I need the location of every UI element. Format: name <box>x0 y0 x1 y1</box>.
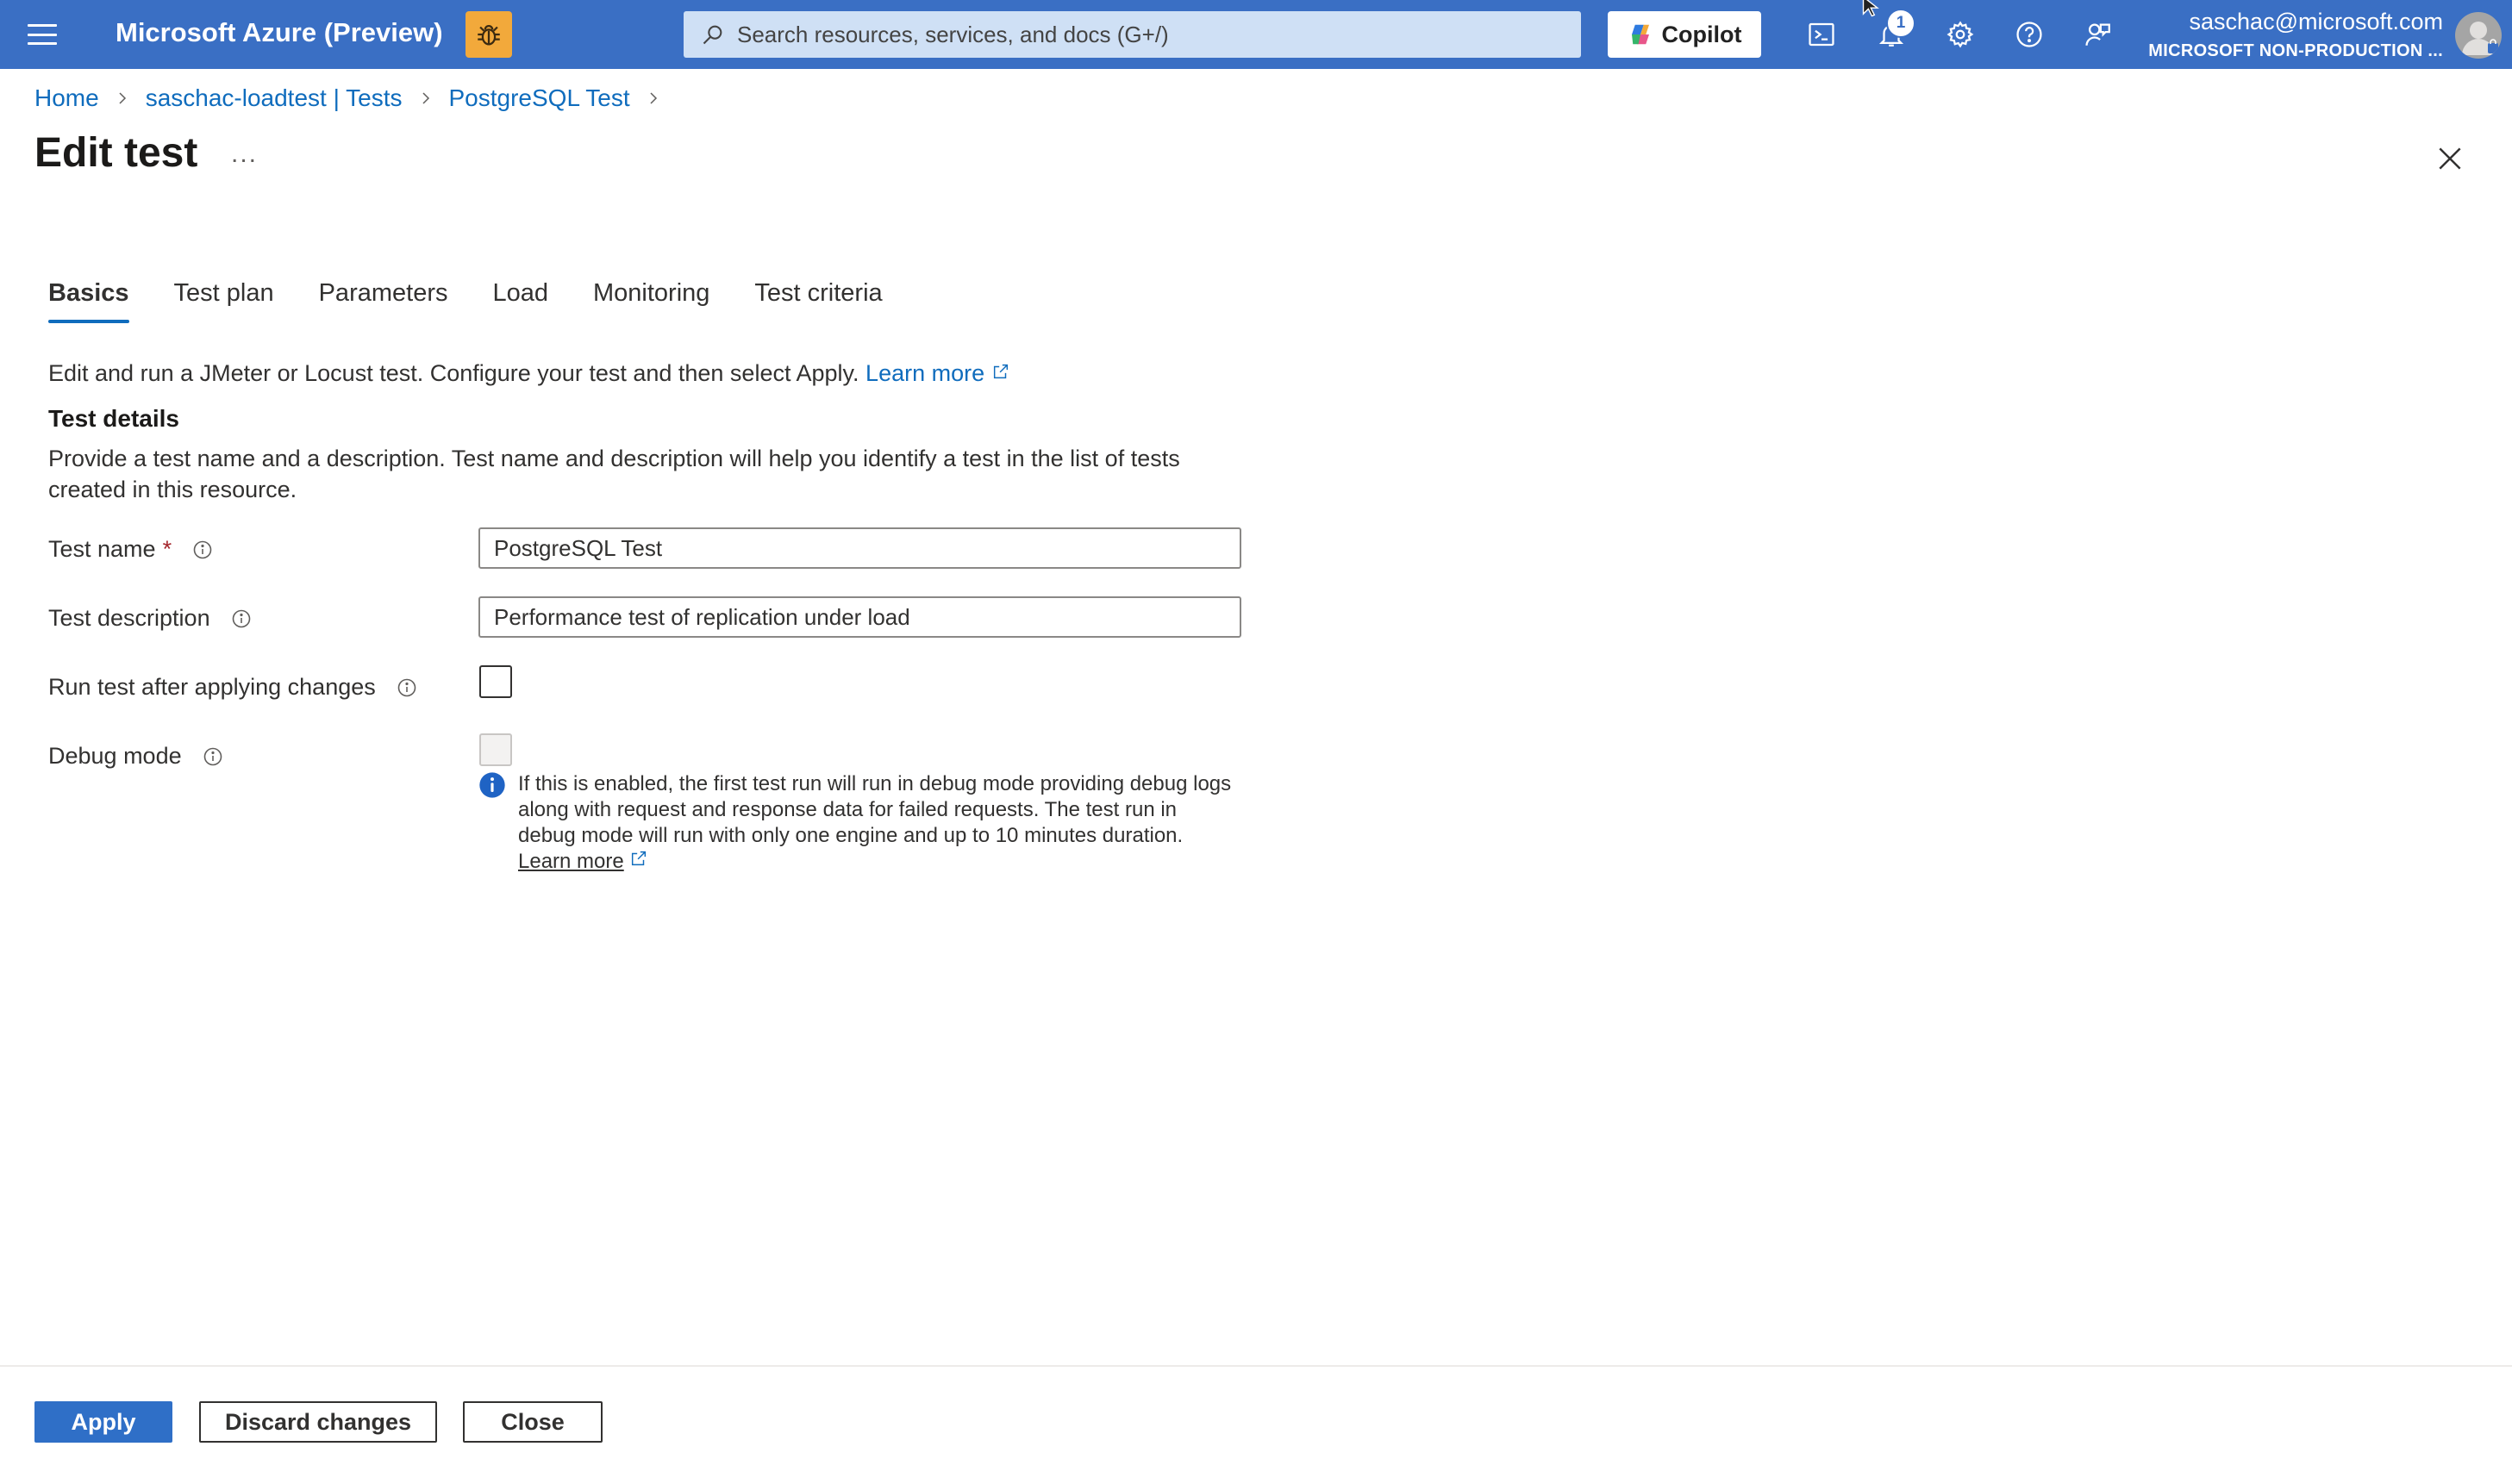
test-description-label: Test description <box>48 605 252 632</box>
run-after-label: Run test after applying changes <box>48 674 417 701</box>
test-name-label-text: Test name <box>48 536 156 562</box>
app-title[interactable]: Microsoft Azure (Preview) <box>116 17 443 48</box>
cloud-shell-icon[interactable] <box>1801 14 1842 55</box>
external-link-icon <box>632 851 647 866</box>
breadcrumb: Home saschac-loadtest | Tests PostgreSQL… <box>34 84 677 112</box>
search-icon <box>703 25 722 45</box>
debug-mode-label: Debug mode <box>48 743 223 770</box>
run-after-checkbox[interactable] <box>479 665 512 698</box>
chevron-right-icon <box>418 90 434 106</box>
search-input[interactable] <box>735 20 1549 49</box>
test-name-label: Test name * <box>48 536 213 563</box>
learn-more-label: Learn more <box>865 360 985 386</box>
hamburger-menu-icon[interactable] <box>28 21 57 48</box>
more-options-button[interactable]: ... <box>231 140 258 169</box>
copilot-label: Copilot <box>1661 21 1742 47</box>
debug-info-body: If this is enabled, the first test run w… <box>518 772 1232 847</box>
info-icon[interactable] <box>397 677 417 698</box>
tab-monitoring[interactable]: Monitoring <box>593 279 709 323</box>
feedback-icon[interactable] <box>2078 14 2119 55</box>
learn-more-link[interactable]: Learn more <box>865 360 1010 386</box>
debug-mode-checkbox[interactable] <box>479 733 512 766</box>
question-icon[interactable] <box>2009 14 2050 55</box>
info-icon[interactable] <box>231 608 252 629</box>
footer-bar: Apply Discard changes Close <box>0 1365 2512 1484</box>
notification-badge: 1 <box>1886 9 1915 38</box>
test-description-label-text: Test description <box>48 605 210 631</box>
test-description-input[interactable] <box>478 596 1241 638</box>
mouse-cursor-icon <box>1862 0 1879 17</box>
chevron-right-icon <box>115 90 130 106</box>
tab-test-criteria[interactable]: Test criteria <box>754 279 882 323</box>
debug-learn-more-link[interactable]: Learn more <box>518 850 624 873</box>
user-email[interactable]: saschac@microsoft.com <box>2190 9 2443 35</box>
required-mark: * <box>162 536 172 562</box>
apply-button[interactable]: Apply <box>34 1401 172 1443</box>
tab-load[interactable]: Load <box>492 279 548 323</box>
copilot-button[interactable]: Copilot <box>1608 11 1761 58</box>
top-bar: Microsoft Azure (Preview) Copilot <box>0 0 2512 69</box>
close-icon[interactable] <box>2433 141 2467 176</box>
breadcrumb-tests[interactable]: saschac-loadtest | Tests <box>146 84 403 112</box>
debug-info-text: If this is enabled, the first test run w… <box>518 771 1237 875</box>
test-name-input[interactable] <box>478 527 1241 569</box>
debug-info-note: If this is enabled, the first test run w… <box>478 771 1237 875</box>
page-title: Edit test <box>34 130 198 176</box>
search-box[interactable] <box>684 11 1581 58</box>
debug-mode-label-text: Debug mode <box>48 743 182 769</box>
external-link-icon <box>993 364 1008 379</box>
tab-bar: Basics Test plan Parameters Load Monitor… <box>48 279 928 323</box>
bug-icon[interactable] <box>466 11 512 58</box>
tab-parameters[interactable]: Parameters <box>319 279 448 323</box>
tab-basics[interactable]: Basics <box>48 279 129 323</box>
info-filled-icon <box>479 772 505 798</box>
copilot-icon <box>1631 24 1649 45</box>
info-icon[interactable] <box>203 746 223 767</box>
section-title: Test details <box>48 405 179 432</box>
run-after-label-text: Run test after applying changes <box>48 674 376 700</box>
user-tenant[interactable]: MICROSOFT NON-PRODUCTION ... <box>2148 41 2443 61</box>
gear-icon[interactable] <box>1940 14 1981 55</box>
breadcrumb-home[interactable]: Home <box>34 84 99 112</box>
intro-text: Edit and run a JMeter or Locust test. Co… <box>48 360 1010 387</box>
avatar[interactable] <box>2455 12 2502 59</box>
intro-description: Edit and run a JMeter or Locust test. Co… <box>48 360 859 386</box>
discard-changes-button[interactable]: Discard changes <box>199 1401 437 1443</box>
close-button[interactable]: Close <box>463 1401 603 1443</box>
info-icon[interactable] <box>192 539 213 560</box>
chevron-right-icon <box>646 90 661 106</box>
section-description: Provide a test name and a description. T… <box>48 446 1180 502</box>
breadcrumb-test[interactable]: PostgreSQL Test <box>449 84 630 112</box>
tab-test-plan[interactable]: Test plan <box>174 279 274 323</box>
